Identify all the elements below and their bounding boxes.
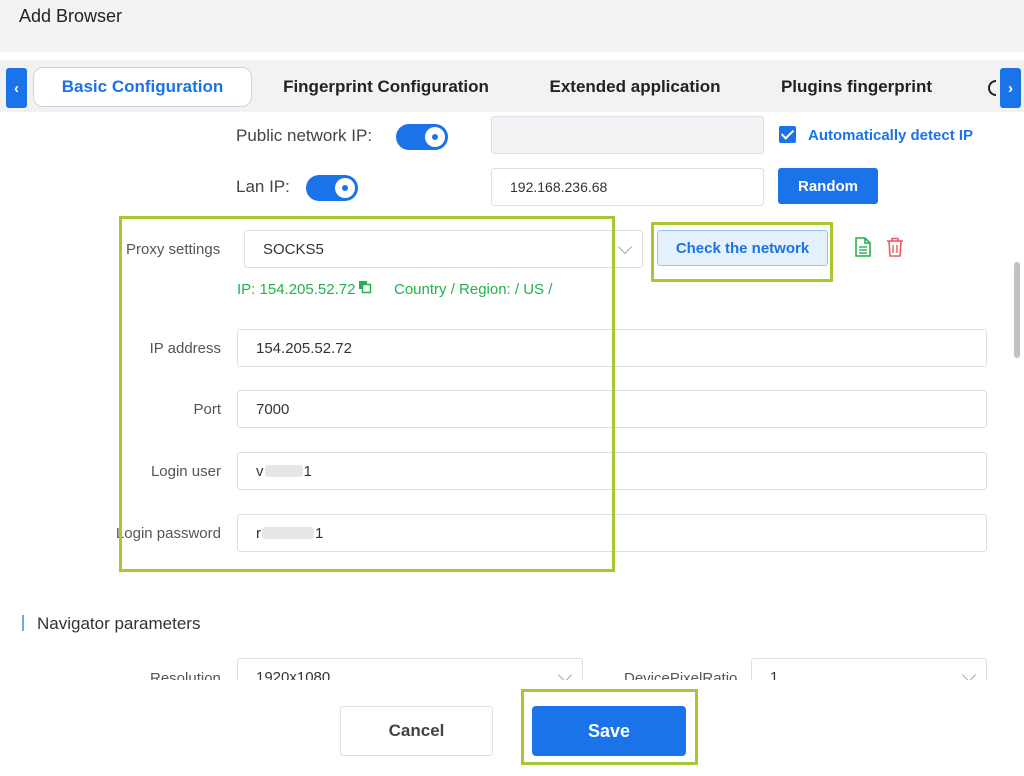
chevron-down-icon — [557, 667, 573, 680]
tab-plugins-fingerprint[interactable]: Plugins fingerprint — [764, 67, 949, 107]
tab-scroll-right-button[interactable]: › — [1000, 68, 1021, 108]
trash-icon[interactable] — [886, 237, 904, 257]
dpr-label: DevicePixelRatio — [624, 670, 738, 680]
window-title: Add Browser — [19, 6, 123, 26]
random-button[interactable]: Random — [778, 168, 878, 204]
chevron-right-icon: › — [1008, 79, 1013, 97]
lan-ip-input[interactable]: 192.168.236.68 — [491, 168, 764, 206]
dpr-select[interactable]: 1 — [751, 658, 987, 680]
vertical-scrollbar[interactable] — [1014, 262, 1020, 358]
cancel-button[interactable]: Cancel — [340, 706, 493, 756]
dialog-footer: Cancel Save — [0, 680, 1024, 776]
title-bar: Add Browser — [0, 0, 1024, 52]
form-content[interactable]: Public network IP: Automatically detect … — [0, 112, 1024, 680]
tab-bar: ‹ Basic Configuration Fingerprint Config… — [0, 60, 1024, 112]
lan-ip-label: Lan IP: — [236, 177, 290, 196]
dpr-value: 1 — [770, 668, 779, 681]
public-ip-input[interactable] — [491, 116, 764, 154]
tab-fingerprint-configuration[interactable]: Fingerprint Configuration — [272, 67, 500, 107]
section-marker — [22, 615, 24, 631]
navigator-section-title: Navigator parameters — [37, 614, 201, 633]
chevron-down-icon — [961, 667, 977, 680]
proxy-highlight-frame — [119, 216, 615, 572]
check-network-highlight-frame — [651, 222, 833, 282]
lan-ip-toggle[interactable] — [306, 175, 358, 201]
auto-detect-checkbox[interactable] — [779, 126, 796, 143]
save-highlight-frame — [521, 689, 698, 765]
public-ip-toggle[interactable] — [396, 124, 448, 150]
document-icon[interactable] — [854, 237, 872, 257]
tab-basic-configuration[interactable]: Basic Configuration — [33, 67, 252, 107]
tab-overflow-glyph — [988, 80, 996, 96]
tab-extended-application[interactable]: Extended application — [530, 67, 740, 107]
chevron-left-icon: ‹ — [14, 79, 19, 97]
tab-scroll-left-button[interactable]: ‹ — [6, 68, 27, 108]
resolution-value: 1920x1080 — [256, 668, 331, 681]
public-ip-label: Public network IP: — [236, 126, 373, 145]
resolution-select[interactable]: 1920x1080 — [237, 658, 583, 680]
chevron-down-icon — [617, 239, 633, 255]
resolution-label: Resolution — [150, 670, 221, 680]
auto-detect-label[interactable]: Automatically detect IP — [808, 127, 973, 144]
